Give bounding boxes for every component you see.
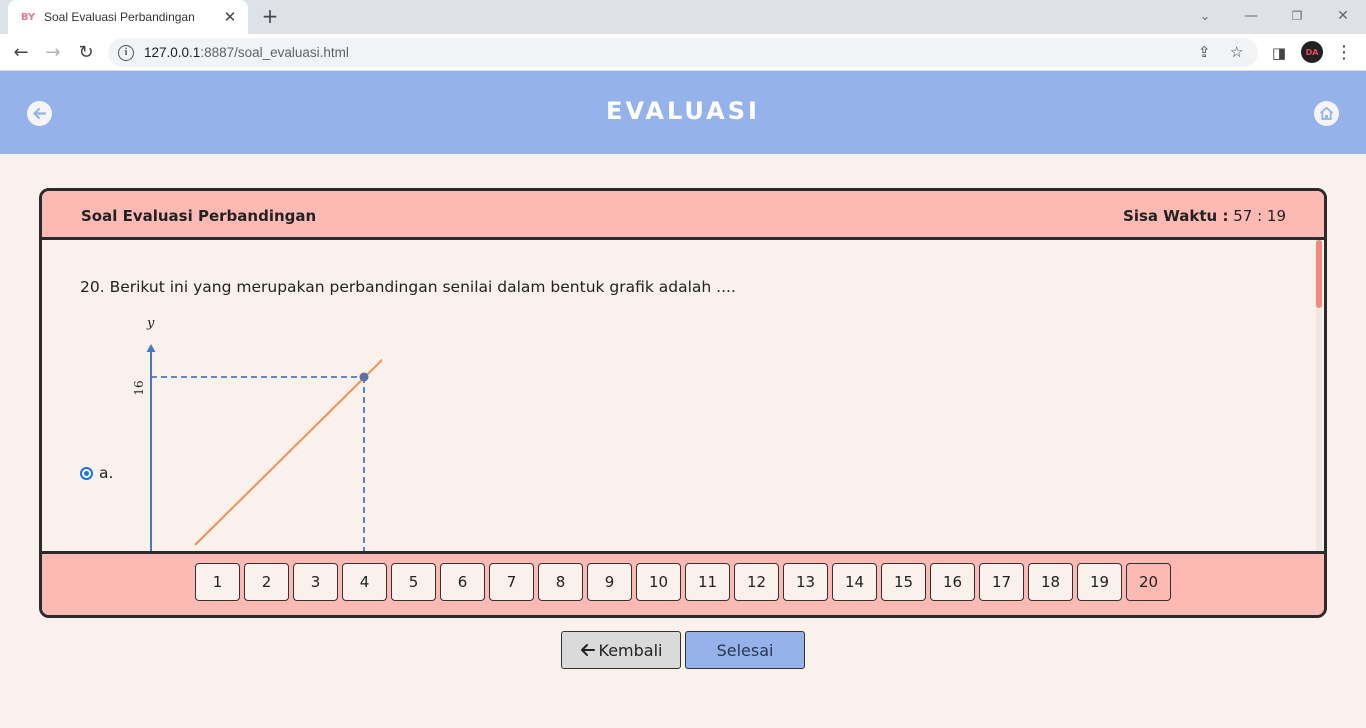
graph-y-tick: 16 bbox=[132, 380, 146, 395]
tab-close-icon[interactable]: ✕ bbox=[222, 8, 238, 26]
quiz-card: Soal Evaluasi Perbandingan Sisa Waktu : … bbox=[39, 188, 1327, 618]
page-button[interactable]: 15 bbox=[881, 563, 926, 601]
page-button[interactable]: 7 bbox=[489, 563, 534, 601]
home-icon bbox=[1319, 106, 1334, 120]
page-button[interactable]: 10 bbox=[636, 563, 681, 601]
tab-search-icon[interactable]: ⌄ bbox=[1193, 4, 1217, 28]
option-a-label: a. bbox=[99, 464, 114, 482]
forward-arrow-icon[interactable]: → bbox=[40, 40, 66, 66]
restore-icon[interactable]: ❐ bbox=[1285, 4, 1309, 28]
page-button[interactable]: 20 bbox=[1126, 563, 1171, 601]
profile-avatar[interactable]: DA bbox=[1301, 41, 1323, 63]
page-button[interactable]: 4 bbox=[342, 563, 387, 601]
page-button-list: 1 2 3 4 5 6 7 8 9 10 11 12 13 14 15 16 17 18 19 20 bbox=[195, 563, 1175, 601]
page-button[interactable]: 3 bbox=[293, 563, 338, 601]
side-panel-icon[interactable]: ◨ bbox=[1266, 40, 1292, 66]
site-info-icon[interactable]: i bbox=[118, 44, 134, 61]
page-button[interactable]: 16 bbox=[930, 563, 975, 601]
browser-tab-bar: BY Soal Evaluasi Perbandingan ✕ + ⌄ — ❐ … bbox=[0, 0, 1366, 34]
page-button[interactable]: 5 bbox=[391, 563, 436, 601]
close-window-icon[interactable]: ✕ bbox=[1331, 4, 1355, 28]
url-text: 127.0.0.1:8887/soal_evaluasi.html bbox=[144, 45, 349, 60]
tab-title: Soal Evaluasi Perbandingan bbox=[44, 10, 195, 24]
page-button[interactable]: 2 bbox=[244, 563, 289, 601]
graph-point bbox=[359, 372, 369, 382]
page-button[interactable]: 6 bbox=[440, 563, 485, 601]
quiz-card-header: Soal Evaluasi Perbandingan Sisa Waktu : … bbox=[42, 191, 1324, 240]
page-title: EVALUASI bbox=[606, 97, 760, 125]
question-text: 20. Berikut ini yang merupakan perbandin… bbox=[80, 278, 736, 296]
option-a-radio[interactable] bbox=[80, 466, 93, 480]
timer-label: Sisa Waktu : bbox=[1123, 207, 1229, 225]
address-bar[interactable]: i 127.0.0.1:8887/soal_evaluasi.html ⇪ ☆ bbox=[108, 38, 1258, 67]
page-button[interactable]: 19 bbox=[1077, 563, 1122, 601]
scrollbar-thumb[interactable] bbox=[1316, 240, 1322, 308]
timer: Sisa Waktu : 57 : 19 bbox=[1123, 207, 1286, 225]
quiz-title: Soal Evaluasi Perbandingan bbox=[81, 207, 317, 225]
back-arrow-icon[interactable]: ← bbox=[8, 40, 34, 66]
browser-tab[interactable]: BY Soal Evaluasi Perbandingan ✕ bbox=[8, 0, 248, 34]
option-a-graph: y 16 bbox=[132, 316, 382, 555]
page-button[interactable]: 12 bbox=[734, 563, 779, 601]
minimize-icon[interactable]: — bbox=[1239, 4, 1263, 28]
app-header: EVALUASI bbox=[0, 71, 1366, 154]
page-button[interactable]: 9 bbox=[587, 563, 632, 601]
timer-value: 57 : 19 bbox=[1233, 207, 1286, 225]
graph-line bbox=[194, 358, 382, 546]
graph-y-axis-label: y bbox=[146, 316, 155, 331]
page-button[interactable]: 13 bbox=[783, 563, 828, 601]
back-button[interactable]: Kembali bbox=[561, 631, 681, 669]
home-circle-button[interactable] bbox=[1314, 101, 1339, 126]
url-path: :8887/soal_evaluasi.html bbox=[200, 45, 349, 60]
finish-button[interactable]: Selesai bbox=[685, 631, 805, 669]
url-host: 127.0.0.1 bbox=[144, 45, 201, 60]
browser-toolbar: ← → ↻ i 127.0.0.1:8887/soal_evaluasi.htm… bbox=[0, 34, 1366, 71]
bookmark-star-icon[interactable]: ☆ bbox=[1230, 38, 1243, 67]
arrow-left-icon bbox=[580, 644, 595, 656]
question-navigation: 1 2 3 4 5 6 7 8 9 10 11 12 13 14 15 16 17 18 19 20 bbox=[42, 551, 1324, 615]
back-button-label: Kembali bbox=[598, 640, 663, 660]
page-button[interactable]: 17 bbox=[979, 563, 1024, 601]
page-button[interactable]: 14 bbox=[832, 563, 877, 601]
graph-y-axis-arrow bbox=[146, 344, 156, 352]
share-icon[interactable]: ⇪ bbox=[1198, 38, 1211, 67]
reload-icon[interactable]: ↻ bbox=[73, 40, 99, 66]
question-area[interactable]: 20. Berikut ini yang merupakan perbandin… bbox=[42, 240, 1324, 555]
page-button[interactable]: 8 bbox=[538, 563, 583, 601]
page-button[interactable]: 18 bbox=[1028, 563, 1073, 601]
page-button[interactable]: 1 bbox=[195, 563, 240, 601]
tab-favicon-icon: BY bbox=[20, 11, 36, 23]
new-tab-icon[interactable]: + bbox=[258, 4, 282, 28]
menu-kebab-icon[interactable]: ⋮ bbox=[1331, 40, 1357, 66]
option-a[interactable]: a. bbox=[80, 464, 113, 482]
page-button[interactable]: 11 bbox=[685, 563, 730, 601]
